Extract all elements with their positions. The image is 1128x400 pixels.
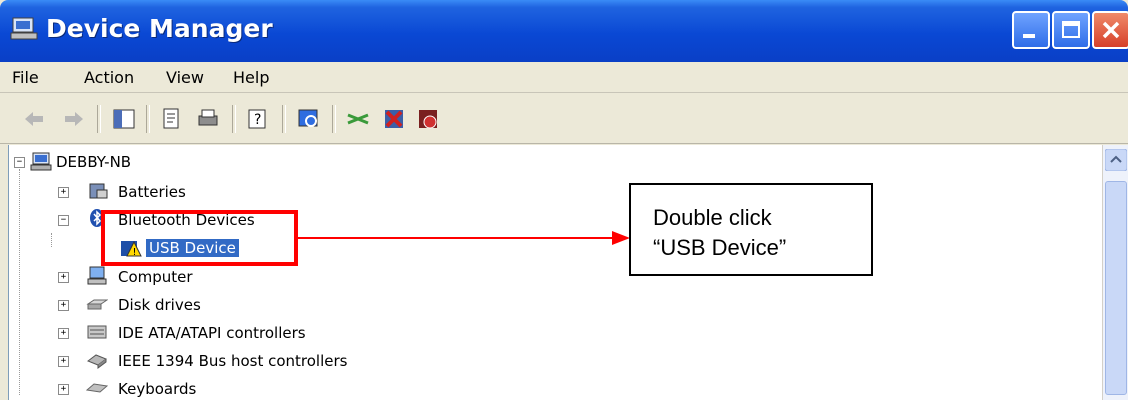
- disk-drive-icon: [86, 299, 108, 310]
- expand-toggle[interactable]: +: [58, 300, 69, 311]
- toolbar-separator: [97, 105, 101, 133]
- expand-toggle[interactable]: +: [58, 272, 69, 283]
- scroll-up-arrow-icon[interactable]: [1105, 149, 1127, 171]
- minimize-button[interactable]: [1012, 11, 1050, 49]
- device-manager-icon: [10, 17, 38, 40]
- ide-controller-icon: [87, 325, 107, 339]
- menu-action[interactable]: Action: [84, 68, 134, 87]
- update-driver-icon[interactable]: [346, 107, 370, 131]
- back-arrow-icon[interactable]: [22, 107, 46, 131]
- highlight-frame: [101, 210, 298, 266]
- svg-text:?: ?: [254, 112, 261, 128]
- tree-item-label: IDE ATA/ATAPI controllers: [118, 324, 306, 342]
- menu-file[interactable]: File: [12, 68, 39, 87]
- battery-icon: [89, 183, 108, 199]
- maximize-icon: [1062, 21, 1080, 38]
- callout-box: Double click “USB Device”: [629, 183, 873, 276]
- console-tree-icon[interactable]: [112, 107, 136, 131]
- expand-toggle[interactable]: +: [58, 356, 69, 367]
- tree-item-label: IEEE 1394 Bus host controllers: [118, 352, 348, 370]
- tree-item-label: Keyboards: [118, 380, 197, 398]
- title-bar[interactable]: Device Manager: [0, 0, 1128, 62]
- collapse-toggle[interactable]: −: [14, 157, 25, 168]
- expand-toggle[interactable]: +: [58, 187, 69, 198]
- vertical-scrollbar[interactable]: [1102, 145, 1128, 400]
- device-manager-window: Device Manager File Action View Help ? −…: [0, 0, 1128, 400]
- collapse-toggle[interactable]: −: [58, 215, 69, 226]
- expand-toggle[interactable]: +: [58, 384, 69, 395]
- toolbar-separator: [332, 105, 336, 133]
- scan-hardware-icon[interactable]: [296, 107, 320, 131]
- toolbar-separator: [146, 105, 150, 133]
- tree-item-label: Computer: [118, 268, 193, 286]
- properties-icon[interactable]: [160, 107, 184, 131]
- keyboard-icon: [86, 383, 108, 393]
- tree-connector-line: [51, 233, 52, 247]
- ieee-1394-icon: [86, 354, 108, 369]
- callout-text: Double click “USB Device”: [653, 205, 787, 260]
- menu-help[interactable]: Help: [233, 68, 269, 87]
- toolbar: ?: [0, 95, 1128, 144]
- menu-bar: File Action View Help: [0, 62, 1128, 93]
- tree-item-label: Disk drives: [118, 296, 201, 314]
- disable-icon[interactable]: [416, 107, 440, 131]
- forward-arrow-icon[interactable]: [62, 107, 86, 131]
- tree-item-label: Batteries: [118, 183, 186, 201]
- callout-arrow: [296, 231, 630, 245]
- tree-connector-line: [19, 169, 20, 395]
- print-icon[interactable]: [196, 107, 220, 131]
- close-button[interactable]: [1092, 11, 1128, 49]
- computer-icon: [30, 152, 52, 171]
- minimize-icon: [1023, 34, 1035, 38]
- expand-toggle[interactable]: +: [58, 328, 69, 339]
- window-title: Device Manager: [46, 14, 273, 43]
- scrollbar-thumb[interactable]: [1105, 181, 1127, 395]
- maximize-button[interactable]: [1052, 11, 1090, 49]
- toolbar-separator: [232, 105, 236, 133]
- uninstall-icon[interactable]: [382, 107, 406, 131]
- close-icon: [1102, 21, 1120, 39]
- help-icon[interactable]: ?: [246, 107, 270, 131]
- computer-icon: [87, 266, 107, 285]
- toolbar-separator: [282, 105, 286, 133]
- tree-root-label: DEBBY-NB: [56, 153, 132, 171]
- menu-view[interactable]: View: [166, 68, 204, 87]
